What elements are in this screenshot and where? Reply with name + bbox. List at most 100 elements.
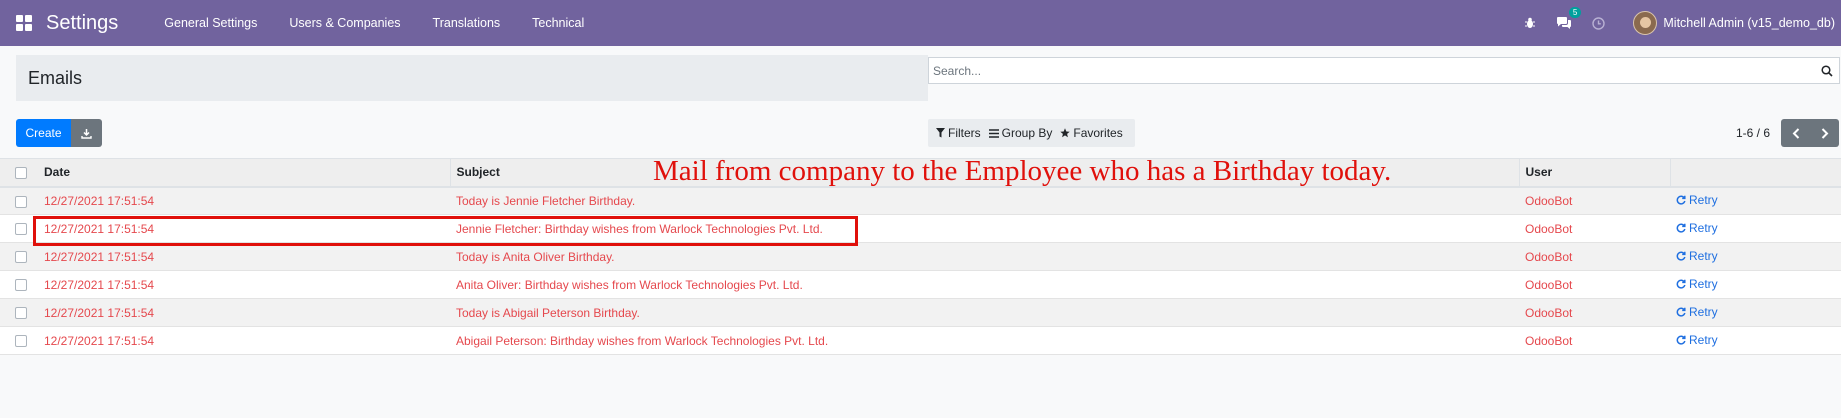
subject-cell[interactable]: Today is Anita Oliver Birthday. — [450, 242, 1519, 271]
column-header-date[interactable]: Date — [38, 158, 450, 188]
table-row[interactable]: 12/27/2021 17:51:54 Today is Anita Oliver… — [0, 242, 1841, 271]
search-input[interactable] — [933, 63, 1815, 78]
messages-icon[interactable]: 5 — [1556, 7, 1582, 30]
row-select-cell — [0, 214, 38, 243]
action-cell: Retry — [1670, 326, 1841, 355]
pager-next-button[interactable] — [1810, 119, 1839, 147]
user-name[interactable]: Mitchell Admin (v15_demo_db) — [1663, 16, 1835, 30]
retry-button[interactable]: Retry — [1676, 221, 1718, 235]
subject-cell[interactable]: Today is Jennie Fletcher Birthday. — [450, 186, 1519, 215]
app-title[interactable]: Settings — [46, 12, 118, 35]
page-title: Emails — [28, 67, 83, 88]
export-download-button[interactable] — [71, 119, 102, 147]
retry-button[interactable]: Retry — [1676, 193, 1718, 207]
row-checkbox[interactable] — [15, 195, 27, 208]
search-icon[interactable] — [1815, 59, 1839, 83]
create-button[interactable]: Create — [16, 119, 71, 147]
retry-icon — [1676, 195, 1686, 205]
user-cell[interactable]: OdooBot — [1519, 214, 1670, 243]
subject-cell[interactable]: Jennie Fletcher: Birthday wishes from Wa… — [450, 214, 1519, 243]
messages-count-badge: 5 — [1568, 7, 1582, 18]
retry-label: Retry — [1689, 305, 1718, 319]
menu-translations[interactable]: Translations — [417, 16, 517, 30]
pager-previous-button[interactable] — [1781, 119, 1810, 147]
debug-bug-icon[interactable] — [1524, 17, 1536, 29]
retry-icon — [1676, 307, 1686, 317]
empty-content-area — [0, 360, 1841, 418]
annotation-caption: Mail from company to the Employee who ha… — [653, 155, 1392, 187]
row-select-cell — [0, 270, 38, 299]
row-checkbox[interactable] — [15, 279, 27, 292]
row-select-cell — [0, 298, 38, 327]
row-checkbox[interactable] — [15, 251, 27, 264]
retry-button[interactable]: Retry — [1676, 305, 1718, 319]
filter-icon — [936, 128, 945, 138]
date-cell[interactable]: 12/27/2021 17:51:54 — [38, 298, 450, 327]
user-cell[interactable]: OdooBot — [1519, 326, 1670, 355]
date-cell[interactable]: 12/27/2021 17:51:54 — [38, 214, 450, 243]
subject-cell[interactable]: Abigail Peterson: Birthday wishes from W… — [450, 326, 1519, 355]
select-all-checkbox[interactable] — [15, 167, 27, 180]
filters-label: Filters — [948, 126, 981, 140]
row-select-cell — [0, 242, 38, 271]
row-checkbox[interactable] — [15, 335, 27, 348]
action-cell: Retry — [1670, 298, 1841, 327]
activity-clock-icon[interactable] — [1592, 16, 1606, 30]
column-header-actions — [1669, 158, 1841, 188]
retry-icon — [1676, 335, 1686, 345]
top-navbar: Settings General Settings Users & Compan… — [0, 0, 1841, 46]
group-by-toggle[interactable]: Group By — [988, 126, 1053, 140]
retry-icon — [1676, 251, 1686, 261]
action-cell: Retry — [1670, 186, 1841, 215]
retry-label: Retry — [1689, 249, 1718, 263]
filters-toggle[interactable]: Filters — [936, 126, 981, 140]
retry-button[interactable]: Retry — [1676, 277, 1718, 291]
retry-icon — [1676, 223, 1686, 233]
retry-label: Retry — [1689, 193, 1718, 208]
date-cell[interactable]: 12/27/2021 17:51:54 — [38, 326, 450, 355]
action-cell: Retry — [1670, 214, 1841, 243]
date-cell[interactable]: 12/27/2021 17:51:54 — [38, 270, 450, 299]
search-options-panel: Filters Group By Favorites — [928, 119, 1135, 147]
row-select-cell — [0, 326, 38, 355]
user-cell[interactable]: OdooBot — [1519, 242, 1670, 271]
user-cell[interactable]: OdooBot — [1519, 186, 1670, 215]
chevron-right-icon — [1821, 127, 1828, 139]
row-checkbox[interactable] — [15, 223, 27, 236]
menu-technical[interactable]: Technical — [516, 16, 600, 30]
table-row[interactable]: 12/27/2021 17:51:54 Today is Abigail Pete… — [0, 298, 1841, 327]
date-cell[interactable]: 12/27/2021 17:51:54 — [38, 242, 450, 271]
subject-cell[interactable]: Anita Oliver: Birthday wishes from Warlo… — [450, 270, 1519, 299]
table-row[interactable]: 12/27/2021 17:51:54 Anita Oliver: Birthda… — [0, 270, 1841, 299]
table-row[interactable]: 12/27/2021 17:51:54 Abigail Peterson: Bir… — [0, 326, 1841, 355]
retry-label: Retry — [1689, 333, 1718, 347]
user-avatar[interactable] — [1633, 11, 1658, 35]
select-all-cell — [0, 158, 38, 188]
retry-button[interactable]: Retry — [1676, 249, 1718, 263]
pager-value[interactable]: 1-6 / 6 — [1736, 126, 1770, 140]
action-cell: Retry — [1670, 242, 1841, 271]
search-bar — [928, 57, 1840, 84]
date-cell[interactable]: 12/27/2021 17:51:54 — [38, 186, 450, 215]
row-select-cell — [0, 186, 38, 215]
table-row[interactable]: 12/27/2021 17:51:54 Jennie Fletcher: Birt… — [0, 214, 1841, 243]
user-cell[interactable]: OdooBot — [1519, 270, 1670, 299]
favorites-toggle[interactable]: Favorites — [1060, 126, 1123, 140]
retry-button[interactable]: Retry — [1676, 333, 1718, 347]
menu-general-settings[interactable]: General Settings — [148, 16, 273, 30]
group-by-label: Group By — [1001, 126, 1053, 140]
menu-users-companies[interactable]: Users & Companies — [273, 16, 416, 30]
favorites-label: Favorites — [1073, 126, 1123, 140]
subject-cell[interactable]: Today is Abigail Peterson Birthday. — [450, 298, 1519, 327]
table-row[interactable]: 12/27/2021 17:51:54 Today is Jennie Fletc… — [0, 186, 1841, 215]
list-icon — [988, 128, 999, 138]
retry-icon — [1676, 279, 1686, 289]
download-icon — [81, 128, 92, 139]
retry-label: Retry — [1689, 221, 1718, 235]
column-header-user[interactable]: User — [1518, 158, 1670, 188]
retry-label: Retry — [1689, 277, 1718, 291]
user-cell[interactable]: OdooBot — [1519, 298, 1670, 327]
apps-menu-icon[interactable] — [16, 15, 32, 31]
row-checkbox[interactable] — [15, 307, 27, 320]
chevron-left-icon — [1792, 127, 1799, 139]
